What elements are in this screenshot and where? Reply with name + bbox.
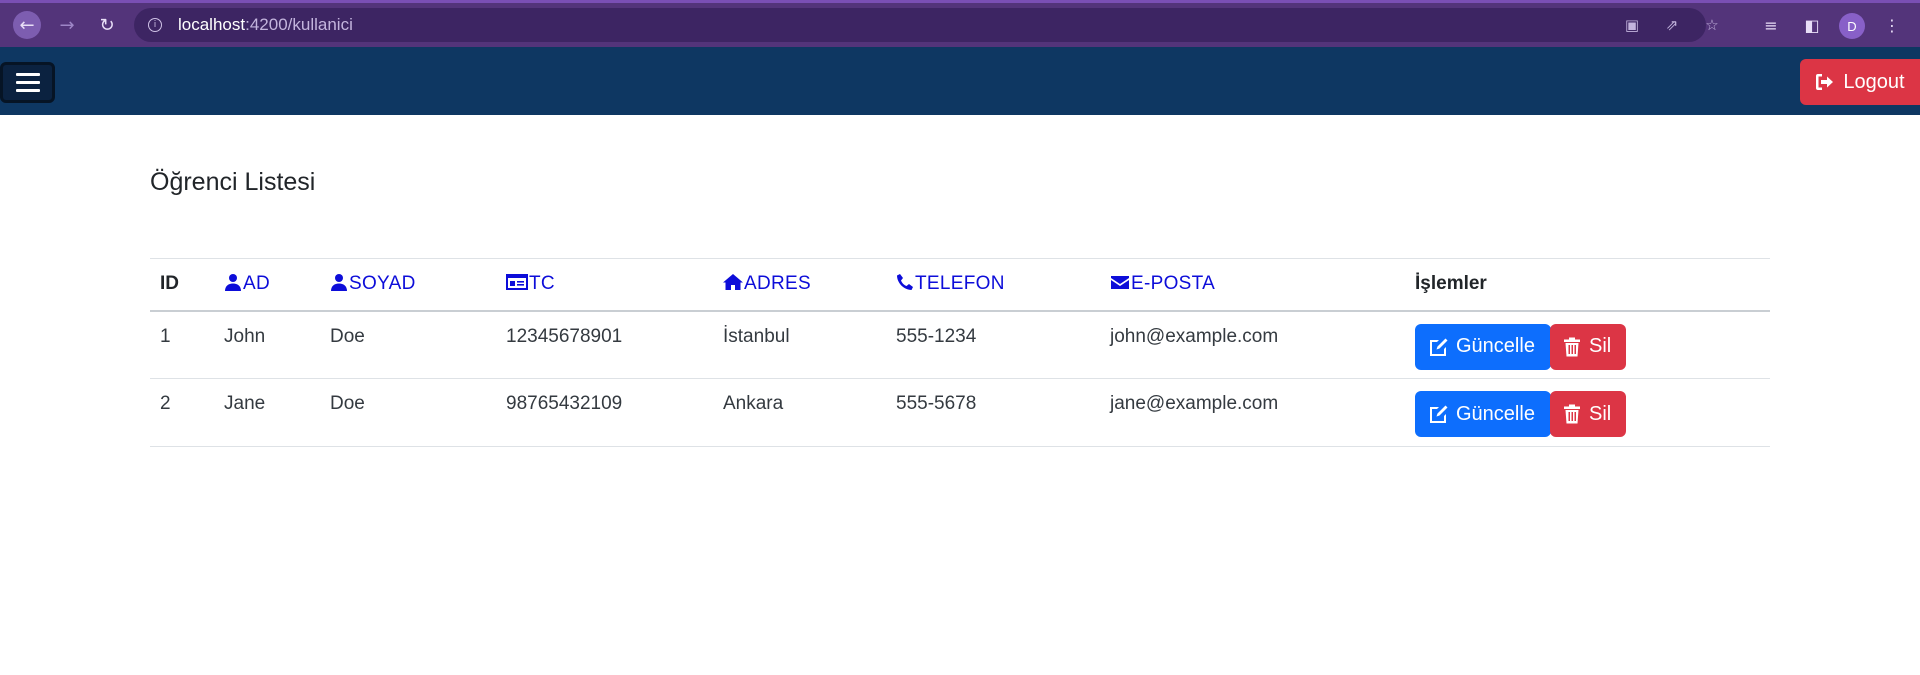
page-title: Öğrenci Listesi [150,168,316,196]
reload-icon[interactable]: ↻ [93,11,121,39]
header-telefon: TELEFON [886,259,1100,311]
delete-label: Sil [1589,335,1612,357]
header-id: ID [160,273,179,295]
cell-soyad: Doe [330,325,365,347]
reading-list-icon[interactable]: ≡ [1759,13,1783,37]
header-soyad: SOYAD [320,259,496,311]
hamburger-icon-bar [15,89,40,92]
user-icon [225,274,241,292]
bookmark-star-icon[interactable]: ☆ [1702,15,1722,35]
cell-ad: Jane [224,393,266,414]
student-table: ID AD SOYAD TC ADRES TELEFON E-POSTA İşl… [150,258,1770,447]
header-soyad-label: SOYAD [349,273,416,295]
envelope-icon [1111,276,1129,290]
cell-eposta: john@example.com [1110,325,1279,347]
cell-tc: 98765432109 [506,393,623,414]
hamburger-icon [15,73,40,76]
translate-icon[interactable]: ▣ [1622,15,1642,35]
cell-tc: 12345678901 [506,325,623,347]
logout-button[interactable]: Logout [1800,59,1920,105]
header-islemler: İşlemler [1415,273,1487,295]
phone-icon [897,274,913,291]
cell-actions: Güncelle Sil [1405,379,1770,447]
header-telefon-label: TELEFON [915,273,1005,295]
cell-id: 2 [160,393,171,414]
cell-adres: İstanbul [723,325,790,347]
edit-icon [1430,405,1448,423]
forward-icon[interactable]: → [53,11,81,39]
table-row: 2 Jane Doe 98765432109 Ankara 555-5678 j… [150,379,1770,447]
logout-label: Logout [1843,70,1905,93]
back-icon[interactable]: ← [13,11,41,39]
cell-soyad: Doe [330,393,365,414]
cell-adres: Ankara [723,393,784,414]
header-adres-label: ADRES [744,273,811,295]
side-panel-icon[interactable]: ◧ [1800,13,1824,37]
profile-avatar[interactable]: D [1839,13,1865,39]
sign-out-icon [1816,74,1834,90]
url-path: :4200/kullanici [245,15,353,34]
cell-id: 1 [160,325,171,347]
update-label: Güncelle [1456,335,1535,357]
table-row: 1 John Doe 12345678901 İstanbul 555-1234… [150,311,1770,379]
header-ad: AD [214,259,320,311]
header-tc-label: TC [529,273,555,295]
trash-icon [1564,404,1580,424]
user-icon [331,274,347,292]
address-bar[interactable]: i localhost:4200/kullanici ▣ ⇗ ☆ [134,8,1719,42]
delete-button[interactable]: Sil [1550,323,1626,370]
hamburger-icon-bar [15,81,40,84]
header-eposta-label: E-POSTA [1131,273,1216,295]
home-icon [723,274,743,291]
header-tc: TC [496,259,713,311]
cell-ad: John [224,325,266,347]
share-icon[interactable]: ⇗ [1662,15,1682,35]
menu-toggle-button[interactable] [0,62,55,103]
table-header-row: ID AD SOYAD TC ADRES TELEFON E-POSTA İşl… [150,258,1770,311]
cell-actions: Güncelle Sil [1405,311,1770,379]
update-label: Güncelle [1456,402,1535,425]
header-eposta: E-POSTA [1100,259,1405,311]
delete-label: Sil [1589,402,1612,425]
update-button[interactable]: Güncelle [1415,391,1551,437]
cell-telefon: 555-1234 [896,325,977,347]
header-ad-label: AD [243,273,270,295]
app-navbar: Logout [0,47,1920,115]
browser-toolbar: ← → ↻ i localhost:4200/kullanici ▣ ⇗ ☆ ≡… [0,0,1920,47]
id-card-icon [506,274,528,291]
site-info-icon[interactable]: i [148,18,162,32]
update-button[interactable]: Güncelle [1415,323,1551,370]
trash-icon [1564,337,1580,356]
url-host: localhost [178,15,246,34]
cell-telefon: 555-5678 [896,393,977,414]
cell-eposta: jane@example.com [1110,393,1279,414]
header-adres: ADRES [713,259,886,311]
edit-icon [1430,338,1448,356]
more-menu-icon[interactable]: ⋮ [1880,13,1904,37]
delete-button[interactable]: Sil [1550,391,1626,437]
